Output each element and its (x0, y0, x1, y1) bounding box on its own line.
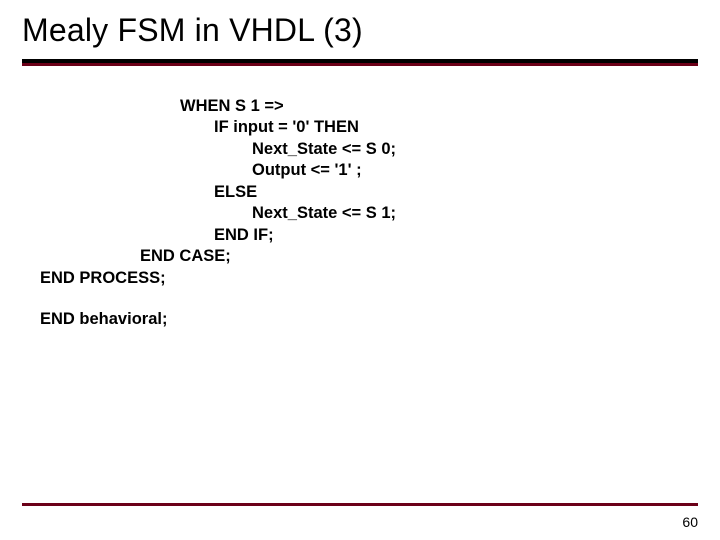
code-line: END CASE; (40, 246, 720, 267)
code-line: WHEN S 1 => (40, 96, 720, 117)
code-line: END PROCESS; (40, 268, 720, 289)
code-line: END IF; (40, 225, 720, 246)
code-line: Output <= '1' ; (40, 160, 720, 181)
code-line: Next_State <= S 1; (40, 203, 720, 224)
slide-title: Mealy FSM in VHDL (3) (22, 12, 720, 49)
footer-rule (22, 503, 698, 506)
code-line: END behavioral; (40, 309, 720, 330)
page-number: 60 (682, 514, 698, 530)
code-line: IF input = '0' THEN (40, 117, 720, 138)
code-line: ELSE (40, 182, 720, 203)
code-line: Next_State <= S 0; (40, 139, 720, 160)
code-block: WHEN S 1 => IF input = '0' THEN Next_Sta… (0, 66, 720, 330)
